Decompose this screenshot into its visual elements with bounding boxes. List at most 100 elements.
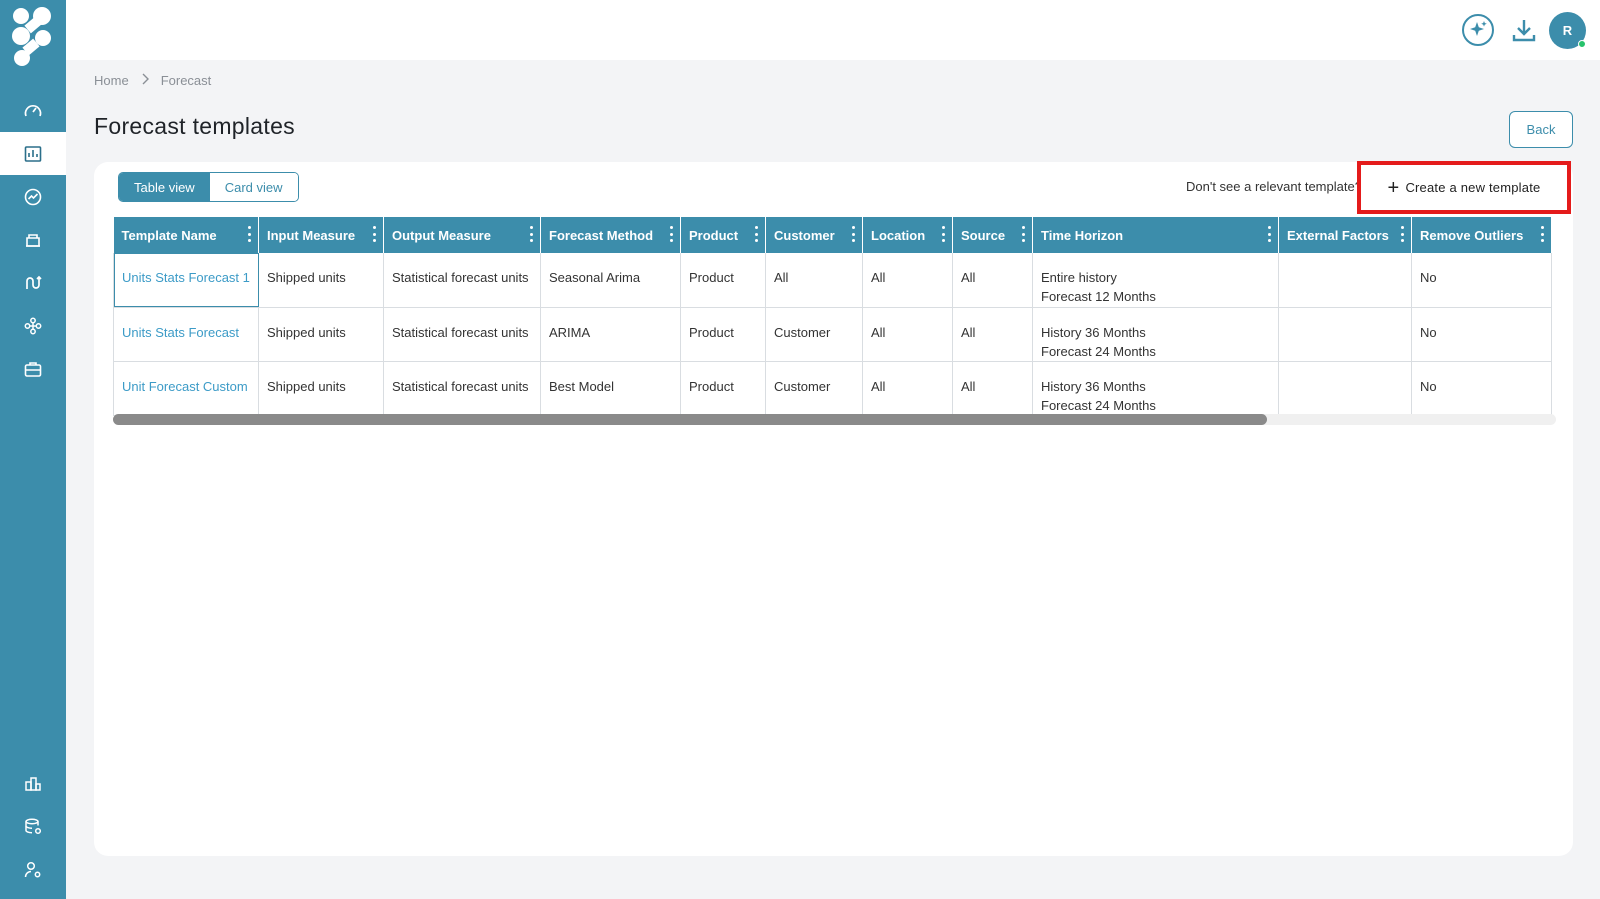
view-toggle: Table view Card view [118,172,299,202]
templates-table-container: Template Name Input Measure Output Measu… [113,217,1556,430]
external-factors-cell [1278,307,1412,362]
column-menu-icon[interactable] [1022,226,1026,242]
customer-cell: Customer [765,307,863,362]
horizontal-scrollbar[interactable] [113,414,1556,425]
column-header[interactable]: Output Measure [383,217,541,253]
ai-sparkle-icon [1462,14,1494,46]
nav-data-settings[interactable] [0,805,66,848]
table-row[interactable]: Units Stats Forecast Shipped units Stati… [113,307,1552,362]
location-cell: All [862,253,953,308]
template-name-link[interactable]: Unit Forecast Custom [113,361,259,416]
time-horizon-cell: History 36 Months Forecast 24 Months [1032,361,1279,416]
remove-outliers-cell: No [1411,361,1552,416]
time-horizon-cell: Entire history Forecast 12 Months [1032,253,1279,308]
column-menu-icon[interactable] [755,226,759,242]
page-title: Forecast templates [94,113,295,139]
breadcrumb: Home Forecast [94,73,211,88]
table-row[interactable]: Units Stats Forecast 1 Shipped units Sta… [113,253,1552,308]
column-menu-icon[interactable] [1541,226,1545,242]
column-header[interactable]: Forecast Method [540,217,681,253]
download-icon [1512,20,1536,42]
nav-network[interactable] [0,304,66,347]
breadcrumb-current: Forecast [160,73,212,88]
nav-user-settings[interactable] [0,848,66,891]
create-template-button[interactable]: + Create a new template [1357,161,1571,214]
product-cell: Product [680,307,766,362]
forecast-chart-icon [24,145,42,162]
inventory-icon [26,233,40,247]
network-icon [24,317,42,334]
download-button[interactable] [1506,12,1542,48]
template-name-link[interactable]: Units Stats Forecast [113,307,259,362]
card-view-tab[interactable]: Card view [209,173,298,201]
column-header[interactable]: Location [862,217,953,253]
nav-inventory[interactable] [0,218,66,261]
nav-dashboard[interactable] [0,89,66,132]
input-measure-cell: Shipped units [258,361,384,416]
nav-briefcase[interactable] [0,347,66,390]
avatar-initial: R [1562,23,1573,38]
user-avatar[interactable]: R [1549,12,1586,49]
source-cell: All [952,253,1033,308]
column-menu-icon[interactable] [1401,226,1405,242]
forecast-method-cell: ARIMA [540,307,681,362]
source-cell: All [952,361,1033,416]
flow-icon [26,275,42,289]
customer-cell: All [765,253,863,308]
location-cell: All [862,307,953,362]
external-factors-cell [1278,361,1412,416]
ai-assistant-button[interactable] [1460,12,1496,48]
column-header[interactable]: Input Measure [258,217,384,253]
remove-outliers-cell: No [1411,253,1552,308]
forecast-method-cell: Best Model [540,361,681,416]
time-horizon-cell: History 36 Months Forecast 24 Months [1032,307,1279,362]
nav-reports[interactable] [0,762,66,805]
app-logo[interactable] [10,6,56,68]
column-menu-icon[interactable] [852,226,856,242]
column-header[interactable]: Remove Outliers [1411,217,1552,253]
hint-text: Don't see a relevant template? [1186,179,1362,194]
nav-analytics[interactable] [0,175,66,218]
scrollbar-thumb[interactable] [113,414,1268,425]
column-header[interactable]: Source [952,217,1033,253]
create-template-label: Create a new template [1405,180,1541,195]
breadcrumb-home[interactable]: Home [94,73,129,88]
column-menu-icon[interactable] [373,226,377,242]
source-cell: All [952,307,1033,362]
input-measure-cell: Shipped units [258,307,384,362]
nav-flow[interactable] [0,261,66,304]
sidebar [0,0,66,899]
location-cell: All [862,361,953,416]
templates-table: Template Name Input Measure Output Measu… [113,217,1552,416]
briefcase-icon [24,361,42,377]
table-row[interactable]: Unit Forecast Custom Shipped units Stati… [113,361,1552,416]
dashboard-gauge-icon [24,104,42,116]
column-menu-icon[interactable] [1268,226,1272,242]
template-name-link[interactable]: Units Stats Forecast 1 [113,253,259,308]
forecast-method-cell: Seasonal Arima [540,253,681,308]
product-cell: Product [680,253,766,308]
column-header[interactable]: External Factors [1278,217,1412,253]
column-header[interactable]: Time Horizon [1032,217,1279,253]
database-settings-icon [25,818,42,834]
external-factors-cell [1278,253,1412,308]
output-measure-cell: Statistical forecast units [383,361,541,416]
column-menu-icon[interactable] [530,226,534,242]
chevron-right-icon [141,73,149,88]
column-menu-icon[interactable] [670,226,674,242]
product-cell: Product [680,361,766,416]
output-measure-cell: Statistical forecast units [383,253,541,308]
column-header[interactable]: Template Name [113,217,259,253]
back-button[interactable]: Back [1509,111,1573,148]
analytics-icon [24,188,42,205]
column-menu-icon[interactable] [248,226,252,242]
customer-cell: Customer [765,361,863,416]
nav-forecast[interactable] [0,132,66,175]
column-menu-icon[interactable] [942,226,946,242]
column-header[interactable]: Customer [765,217,863,253]
plus-icon: + [1387,176,1400,199]
user-settings-icon [24,861,41,877]
online-status-dot [1578,40,1586,48]
column-header[interactable]: Product [680,217,766,253]
table-view-tab[interactable]: Table view [119,173,210,201]
